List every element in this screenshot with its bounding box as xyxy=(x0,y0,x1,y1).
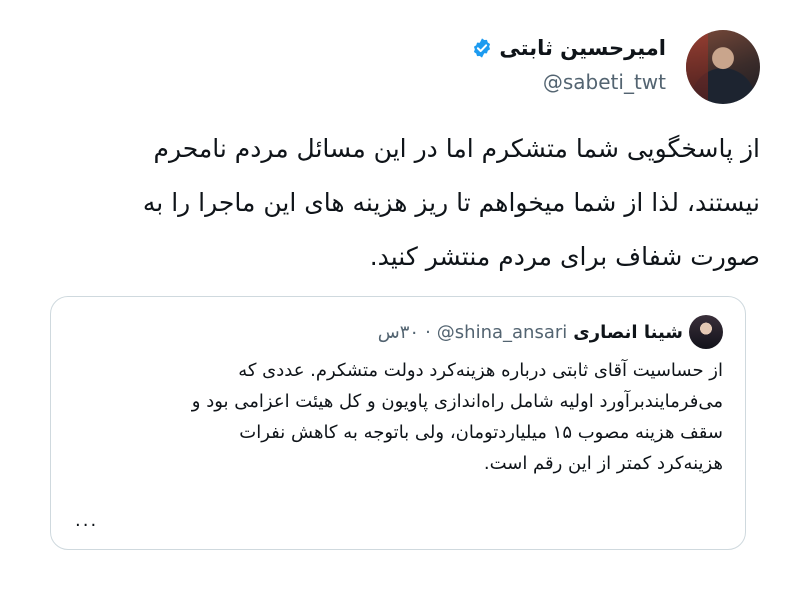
author-name[interactable]: امیرحسین ثابتی xyxy=(499,36,666,60)
quoted-text: از حساسیت آقای ثابتی درباره هزینه‌کرد دو… xyxy=(73,355,723,479)
quoted-author-handle[interactable]: @shina_ansari xyxy=(437,322,567,343)
quoted-line: هزینه‌کرد کمتر از این رقم است. xyxy=(483,453,723,474)
tweet-line: صورت شفاف برای مردم منتشر کنید. xyxy=(369,242,760,271)
more-ellipsis[interactable]: ... xyxy=(75,510,98,531)
tweet-line: از پاسخگویی شما متشکرم اما در این مسائل … xyxy=(153,134,760,163)
quoted-line: از حساسیت آقای ثابتی درباره هزینه‌کرد دو… xyxy=(238,360,723,381)
quoted-tweet[interactable]: شینا انصاری @shina_ansari · ۳۰س از حساسی… xyxy=(50,296,746,550)
quoted-author-name[interactable]: شینا انصاری xyxy=(573,322,683,343)
quoted-line: سقف هزینه مصوب ۱۵ میلیاردتومان، ولی باتو… xyxy=(239,422,723,443)
tweet-text: از پاسخگویی شما متشکرم اما در این مسائل … xyxy=(30,122,760,284)
separator-dot: · xyxy=(425,321,431,343)
quoted-timestamp[interactable]: ۳۰س xyxy=(378,322,419,343)
quoted-line: می‌فرمایندبرآورد اولیه شامل راه‌اندازی پ… xyxy=(191,391,723,412)
quoted-avatar[interactable] xyxy=(689,315,723,349)
author-avatar[interactable] xyxy=(686,30,760,104)
author-name-row: امیرحسین ثابتی xyxy=(471,36,666,60)
verified-badge-icon xyxy=(474,38,491,58)
quoted-header: شینا انصاری @shina_ansari · ۳۰س xyxy=(378,315,723,349)
tweet-line: نیستند، لذا از شما میخواهم تا ریز هزینه … xyxy=(142,188,760,217)
author-handle[interactable]: @sabeti_twt xyxy=(543,70,666,94)
tweet-author: امیرحسین ثابتی @sabeti_twt xyxy=(120,28,760,108)
